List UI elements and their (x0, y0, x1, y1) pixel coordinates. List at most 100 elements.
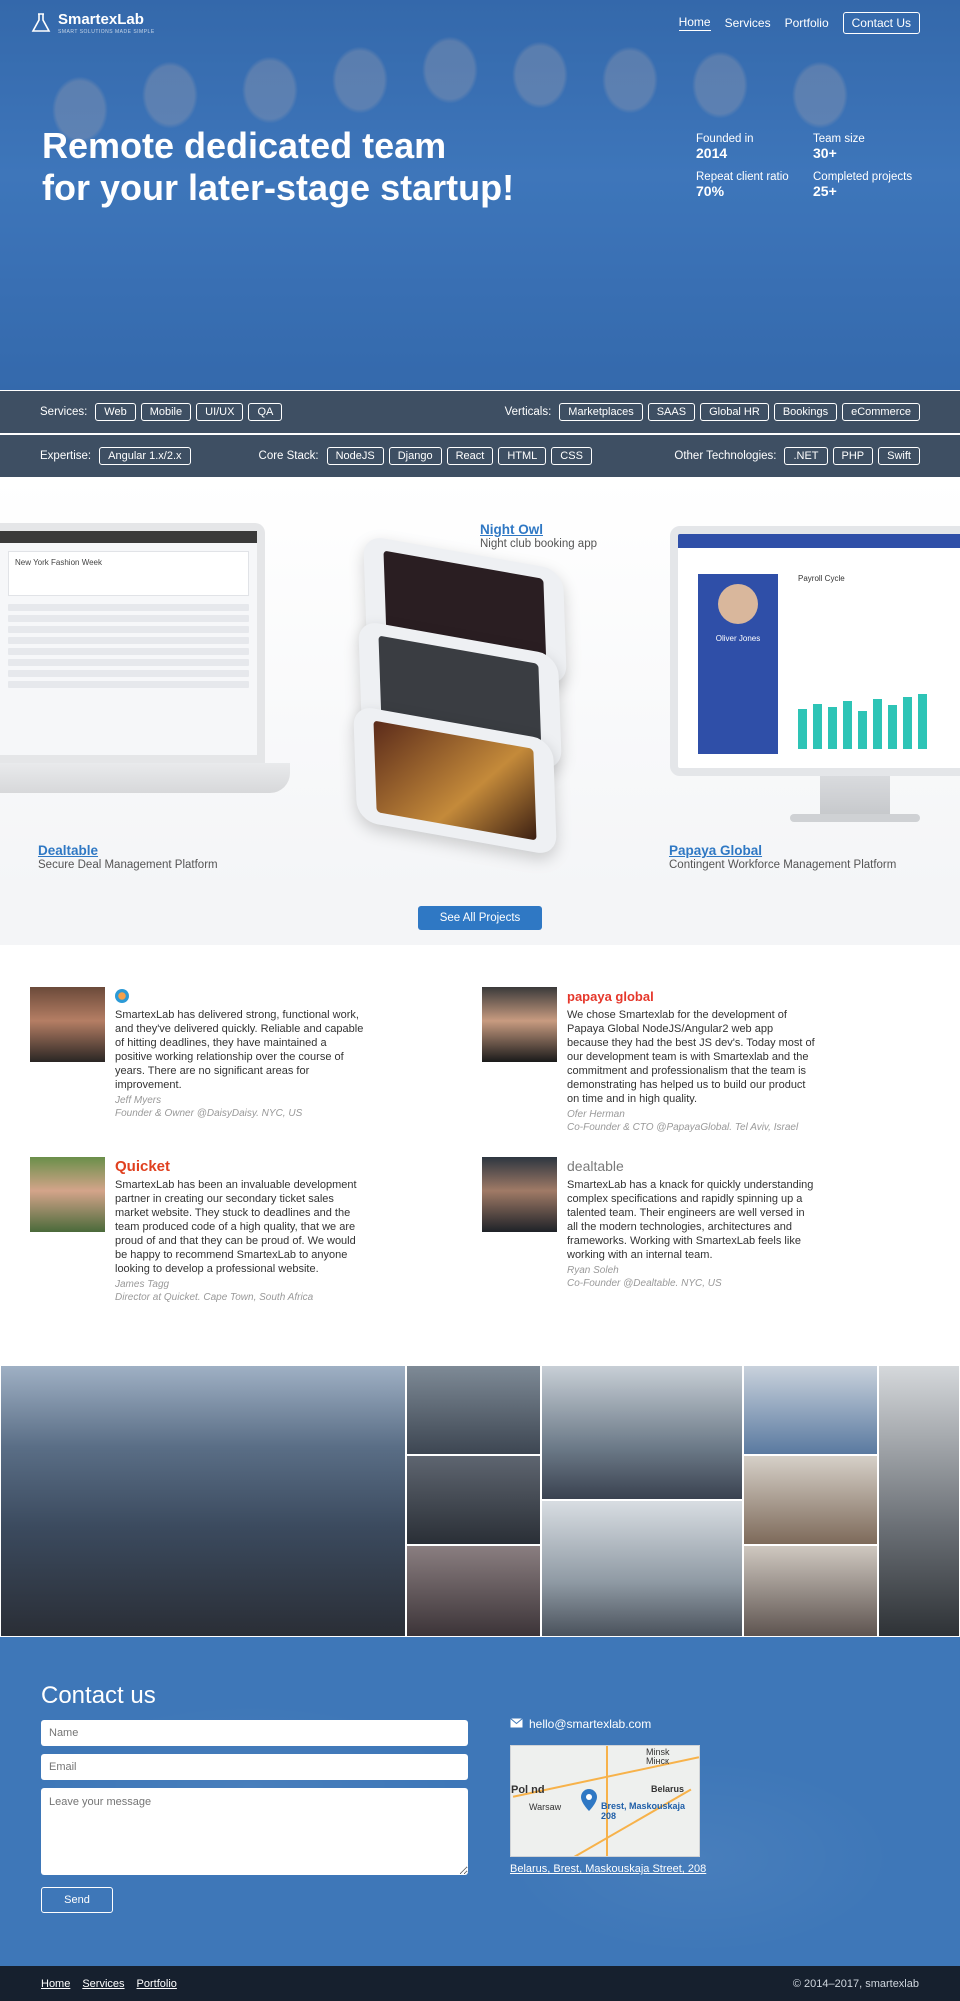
testimonial-photo (30, 1157, 105, 1232)
monitor-foot (790, 814, 920, 822)
dealtable-laptop-mockup[interactable]: New York Fashion Week (0, 523, 290, 823)
contact-section: Contact us Send hello@smartexlab.com Min… (0, 1637, 960, 1966)
phone-screen (373, 720, 537, 841)
location-map[interactable]: Minsk Мінск Belarus Pol nd Warsaw Brest,… (510, 1745, 700, 1857)
team-photo (743, 1455, 878, 1545)
nightowl-phones-mockup[interactable] (345, 534, 585, 857)
mock-row (8, 637, 249, 644)
nav-services[interactable]: Services (725, 16, 771, 30)
mock-row (8, 681, 249, 688)
testimonial-photo (30, 987, 105, 1062)
tag-html[interactable]: HTML (498, 447, 547, 465)
name-field[interactable] (41, 1720, 468, 1746)
contact-email[interactable]: hello@smartexlab.com (510, 1717, 651, 1731)
tagbar-tech: Expertise: Angular 1.x/2.x Core Stack: N… (0, 435, 960, 477)
mock-row (8, 604, 249, 611)
core-stack-label: Core Stack: (258, 450, 319, 462)
tag-php[interactable]: PHP (832, 447, 874, 465)
testimonial-role: Director at Quicket. Cape Town, South Af… (115, 1292, 314, 1303)
address-link[interactable]: Belarus, Brest, Maskouskaja Street, 208 (510, 1863, 706, 1875)
footer-link-portfolio[interactable]: Portfolio (137, 1978, 177, 1990)
services-tags: Services: Web Mobile UI/UX QA (40, 403, 283, 421)
map-pin-label: Brest, Maskouskaja 208 (601, 1801, 686, 1821)
hero-title-line-1: Remote dedicated team (42, 125, 447, 166)
tag-ecommerce[interactable]: eCommerce (842, 403, 920, 421)
quicket-logo: Quicket (115, 1157, 171, 1175)
map-pin-icon (581, 1789, 597, 1811)
stat-value: 70% (696, 183, 725, 199)
mock-nav (678, 534, 960, 548)
mock-bar (873, 699, 882, 749)
see-all-projects-button[interactable]: See All Projects (417, 906, 543, 930)
hero-section: SmartexLab SMART SOLUTIONS MADE SIMPLE H… (0, 0, 960, 390)
portfolio-section: New York Fashion Week Oliver Jones Payro… (0, 478, 960, 891)
hero-title: Remote dedicated team for your later-sta… (42, 125, 602, 209)
mock-card: New York Fashion Week (8, 551, 249, 596)
tag-ui-ux[interactable]: UI/UX (196, 403, 244, 421)
tag-qa[interactable]: QA (248, 403, 283, 421)
footer: Home Services Portfolio © 2014–2017, sma… (0, 1966, 960, 2001)
mock-bar (918, 694, 927, 749)
papaya-monitor-mockup[interactable]: Oliver Jones Payroll Cycle (670, 526, 960, 846)
footer-nav: Home Services Portfolio (41, 1978, 177, 1990)
footer-copyright: © 2014–2017, smartexlab (792, 1977, 919, 1990)
map-label-poland: Pol nd (511, 1784, 545, 1796)
stat-value: 30+ (813, 145, 837, 161)
verticals-tags: Verticals: Marketplaces SAAS Global HR B… (505, 403, 920, 421)
stat-repeat-client: Repeat client ratio 70% (696, 171, 813, 199)
testimonial-quote: SmartexLab has been an invaluable develo… (115, 1179, 357, 1275)
tag-angular[interactable]: Angular 1.x/2.x (99, 447, 191, 465)
project-desc: Secure Deal Management Platform (38, 859, 218, 871)
send-button[interactable]: Send (41, 1887, 113, 1913)
tag-mobile[interactable]: Mobile (140, 403, 192, 421)
tag-saas[interactable]: SAAS (647, 403, 696, 421)
team-photo (406, 1545, 541, 1637)
tag-bookings[interactable]: Bookings (773, 403, 838, 421)
tag-nodejs[interactable]: NodeJS (326, 447, 384, 465)
project-caption-nightowl: Night Owl Night club booking app (480, 523, 597, 551)
mock-bar (828, 707, 837, 749)
project-link-papaya[interactable]: Papaya Global (669, 844, 896, 858)
daisydaisy-logo-icon (115, 987, 365, 1005)
main-nav: Home Services Portfolio Contact Us (678, 11, 920, 34)
other-tech-tags: Other Technologies: .NET PHP Swift (674, 447, 920, 465)
dealtable-logo: dealtable (567, 1158, 624, 1174)
tag-swift[interactable]: Swift (878, 447, 920, 465)
mock-bar (888, 705, 897, 749)
brand-logo[interactable]: SmartexLab SMART SOLUTIONS MADE SIMPLE (30, 11, 155, 35)
tag-react[interactable]: React (446, 447, 494, 465)
mock-bar (858, 711, 867, 749)
testimonial-body: papaya global We chose Smartexlab for th… (567, 987, 817, 1134)
mock-header (0, 531, 257, 543)
tagbar-services-verticals: Services: Web Mobile UI/UX QA Verticals:… (0, 391, 960, 433)
testimonial-role: Co-Founder & CTO @PapayaGlobal. Tel Aviv… (567, 1122, 799, 1133)
footer-link-services[interactable]: Services (82, 1978, 124, 1990)
stat-value: 2014 (696, 145, 728, 161)
tag-marketplaces[interactable]: Marketplaces (559, 403, 643, 421)
testimonial-body: Quicket SmartexLab has been an invaluabl… (115, 1157, 365, 1304)
email-field[interactable] (41, 1754, 468, 1780)
mock-bar (843, 701, 852, 749)
testimonial-author: Ofer Herman (567, 1109, 625, 1120)
project-link-dealtable[interactable]: Dealtable (38, 844, 218, 858)
logo-mark (115, 989, 129, 1003)
tag-css[interactable]: CSS (551, 447, 592, 465)
tag-dotnet[interactable]: .NET (784, 447, 828, 465)
footer-link-home[interactable]: Home (41, 1978, 70, 1990)
stat-completed-projects: Completed projects 25+ (813, 171, 923, 199)
testimonial-photo (482, 1157, 557, 1232)
team-photo-gallery (0, 1365, 960, 1637)
core-stack-tags: Core Stack: NodeJS Django React HTML CSS (259, 447, 592, 465)
tag-web[interactable]: Web (95, 403, 136, 421)
envelope-icon (510, 1717, 523, 1731)
testimonial-author: Jeff Myers (115, 1095, 162, 1106)
nav-portfolio[interactable]: Portfolio (785, 16, 829, 30)
project-link-nightowl[interactable]: Night Owl (480, 523, 597, 537)
tag-django[interactable]: Django (388, 447, 442, 465)
tag-global-hr[interactable]: Global HR (700, 403, 769, 421)
testimonial-card: papaya global We chose Smartexlab for th… (482, 987, 817, 1134)
nav-contact-us-button[interactable]: Contact Us (842, 11, 920, 34)
nav-home[interactable]: Home (678, 15, 711, 31)
message-field[interactable] (41, 1788, 468, 1875)
team-photo (0, 1365, 406, 1637)
